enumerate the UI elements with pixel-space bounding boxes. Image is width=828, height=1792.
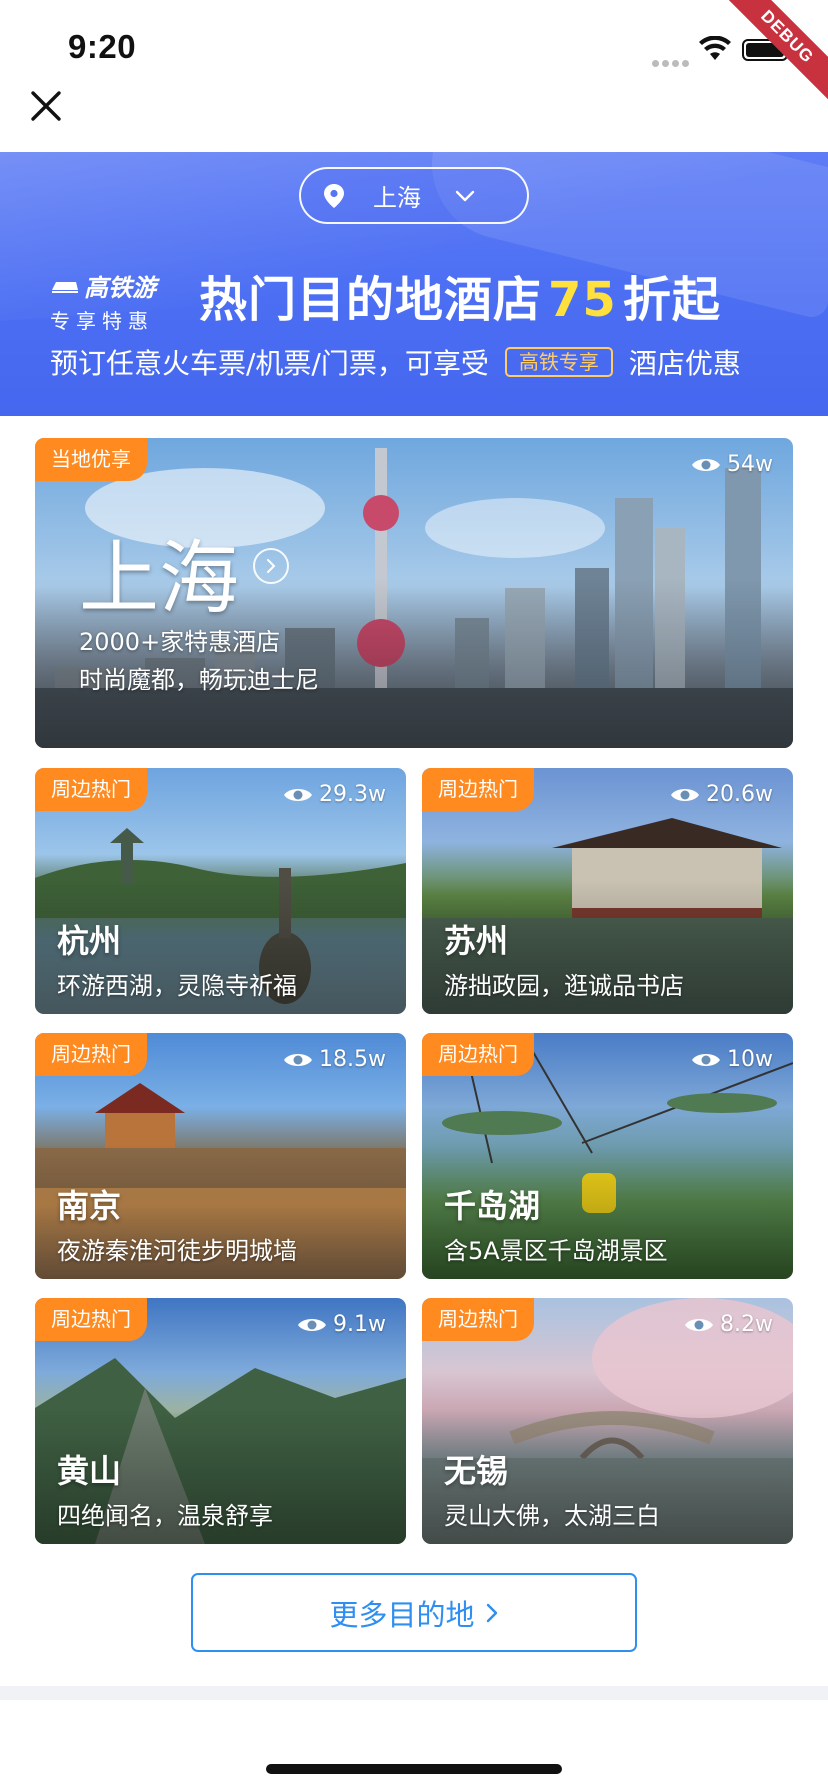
brand-line1: 高铁游 bbox=[84, 274, 156, 302]
view-count-value: 54w bbox=[727, 452, 773, 477]
status-bar: 9:20 DEBUG bbox=[0, 0, 828, 108]
view-count: 20.6w bbox=[670, 782, 773, 807]
close-button[interactable] bbox=[26, 86, 66, 126]
view-count-value: 9.1w bbox=[333, 1312, 386, 1337]
eye-icon bbox=[284, 1053, 313, 1066]
city-picker[interactable]: 上海 bbox=[299, 167, 529, 224]
view-count: 8.2w bbox=[684, 1312, 773, 1337]
card-tag: 周边热门 bbox=[35, 1033, 147, 1076]
more-destinations-label: 更多目的地 bbox=[329, 1597, 475, 1632]
card-tag: 周边热门 bbox=[422, 1033, 534, 1076]
headline-prefix: 热门目的地酒店 bbox=[199, 272, 543, 328]
card-tag: 周边热门 bbox=[422, 1298, 534, 1341]
destination-card-suzhou[interactable]: 周边热门 20.6w 苏州 游拙政园，逛诚品书店 bbox=[422, 768, 793, 1014]
featured-destination-card[interactable]: 当地优享 54w 上海 2000+家特惠酒店 时尚魔都，畅玩迪士尼 bbox=[35, 438, 793, 748]
chevron-down-icon bbox=[455, 190, 475, 201]
chevron-right-icon bbox=[267, 559, 276, 573]
view-count: 9.1w bbox=[297, 1312, 386, 1337]
train-icon bbox=[52, 281, 78, 293]
city-picker-label: 上海 bbox=[373, 184, 421, 212]
card-city: 上海 bbox=[79, 536, 239, 624]
wifi-icon bbox=[699, 36, 731, 60]
card-desc: 环游西湖，灵隐寺祈福 bbox=[57, 972, 297, 1000]
view-count: 10w bbox=[691, 1047, 773, 1072]
card-tag: 周边热门 bbox=[422, 768, 534, 811]
headline-number: 75 bbox=[548, 272, 617, 328]
brand-line2: 专享特惠 bbox=[50, 309, 154, 333]
destination-card-nanjing[interactable]: 周边热门 18.5w 南京 夜游秦淮河徒步明城墙 bbox=[35, 1033, 406, 1279]
card-desc: 时尚魔都，畅玩迪士尼 bbox=[79, 666, 319, 694]
card-desc: 含5A景区千岛湖景区 bbox=[444, 1237, 668, 1265]
eye-icon bbox=[692, 1053, 720, 1066]
view-count: 29.3w bbox=[283, 782, 386, 807]
view-count: 54w bbox=[691, 452, 773, 477]
eye-icon bbox=[298, 1318, 327, 1331]
card-city: 千岛湖 bbox=[444, 1187, 541, 1225]
card-city: 杭州 bbox=[57, 922, 122, 960]
view-count-value: 8.2w bbox=[720, 1312, 773, 1337]
hotel-count: 2000+家特惠酒店 bbox=[79, 628, 281, 656]
sub-tag-badge: 高铁专享 bbox=[504, 347, 613, 377]
banner-subtitle: 预订任意火车票/机票/门票，可享受 高铁专享 酒店优惠 bbox=[50, 342, 741, 382]
status-time: 9:20 bbox=[68, 28, 137, 65]
card-tag: 周边热门 bbox=[35, 768, 147, 811]
card-desc: 夜游秦淮河徒步明城墙 bbox=[57, 1237, 297, 1265]
sub-suffix: 酒店优惠 bbox=[628, 347, 741, 380]
eye-icon bbox=[284, 788, 313, 801]
view-count-value: 18.5w bbox=[319, 1047, 386, 1072]
card-city: 南京 bbox=[57, 1187, 122, 1225]
cellular-signal-icon bbox=[652, 52, 692, 67]
card-city: 黄山 bbox=[57, 1452, 122, 1490]
card-desc: 四绝闻名，温泉舒享 bbox=[57, 1502, 273, 1530]
card-desc: 游拙政园，逛诚品书店 bbox=[444, 972, 684, 1000]
banner-headline: 热门目的地酒店 75 折起 bbox=[199, 260, 721, 330]
chevron-right-icon bbox=[486, 1603, 497, 1622]
view-count-value: 20.6w bbox=[706, 782, 773, 807]
more-destinations-button[interactable]: 更多目的地 bbox=[191, 1573, 637, 1652]
promo-banner: 上海 高铁游 专享特惠 热门目的地酒店 75 折起 预订任意火车票/机票/门票，可享… bbox=[0, 152, 828, 416]
card-desc: 灵山大佛，太湖三白 bbox=[444, 1502, 660, 1530]
eye-icon bbox=[685, 1318, 714, 1331]
view-count-value: 10w bbox=[727, 1047, 773, 1072]
view-count-value: 29.3w bbox=[319, 782, 386, 807]
destination-card-qiandaohu[interactable]: 周边热门 10w 千岛湖 含5A景区千岛湖景区 bbox=[422, 1033, 793, 1279]
home-indicator[interactable] bbox=[266, 1764, 562, 1774]
destination-card-hangzhou[interactable]: 周边热门 29.3w 杭州 环游西湖，灵隐寺祈福 bbox=[35, 768, 406, 1014]
headline-suffix: 折起 bbox=[622, 272, 721, 328]
card-city: 苏州 bbox=[444, 922, 509, 960]
section-divider bbox=[0, 1686, 828, 1700]
sub-prefix: 预订任意火车票/机票/门票，可享受 bbox=[50, 347, 489, 380]
location-pin-icon bbox=[324, 183, 344, 208]
city-detail-button[interactable] bbox=[253, 548, 289, 584]
brand-logo: 高铁游 专享特惠 bbox=[50, 268, 156, 334]
destination-card-wuxi[interactable]: 周边热门 8.2w 无锡 灵山大佛，太湖三白 bbox=[422, 1298, 793, 1544]
eye-icon bbox=[671, 788, 700, 801]
card-tag: 当地优享 bbox=[35, 438, 147, 481]
destination-card-huangshan[interactable]: 周边热门 9.1w 黄山 四绝闻名，温泉舒享 bbox=[35, 1298, 406, 1544]
view-count: 18.5w bbox=[283, 1047, 386, 1072]
card-city: 无锡 bbox=[444, 1452, 509, 1490]
close-icon bbox=[31, 91, 61, 121]
card-tag: 周边热门 bbox=[35, 1298, 147, 1341]
eye-icon bbox=[692, 458, 720, 471]
